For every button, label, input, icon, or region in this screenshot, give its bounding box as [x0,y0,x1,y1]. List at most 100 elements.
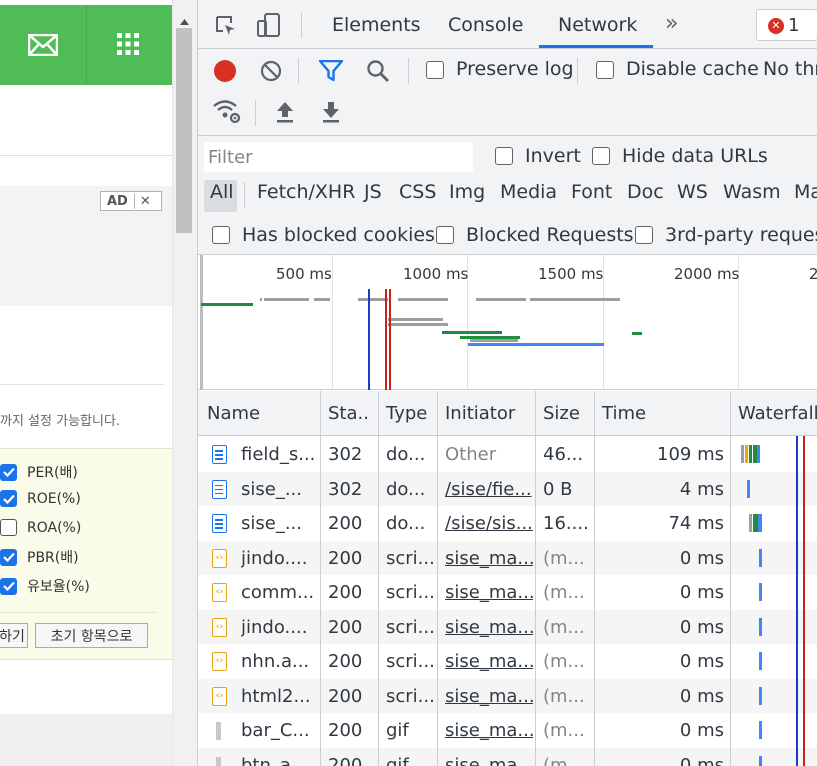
request-size: (m... [543,651,585,672]
indicator-option[interactable]: ROE(%) [0,490,81,507]
request-time: 0 ms [679,582,724,603]
request-initiator[interactable]: /sise/fie... [445,479,533,500]
clear-icon[interactable] [260,60,282,86]
error-icon: ✕ [768,18,784,34]
tab-elements[interactable]: Elements [332,14,421,36]
indicator-option[interactable]: PER(배) [0,462,78,482]
request-size: (m... [543,720,585,741]
type-filter-font[interactable]: Font [571,181,612,203]
request-status: 302 [328,478,363,500]
ad-label: AD [107,193,128,209]
request-initiator[interactable]: sise_ma... [445,617,533,638]
column-time[interactable]: Time [602,403,646,424]
search-icon[interactable] [366,59,390,87]
indicator-checkbox[interactable] [0,463,17,481]
indicator-checkbox[interactable] [0,519,17,536]
ad-badge[interactable]: AD ✕ [100,191,162,211]
table-row[interactable]: ‹› nhn.a... 200 scri... sise_ma... (m... 0 ms [198,644,817,679]
reset-items-button[interactable]: 초기 항목으로 [35,623,148,648]
tab-network[interactable]: Network [558,14,637,36]
request-initiator[interactable]: sise_ma... [445,755,533,766]
blocked-requests-checkbox[interactable] [436,226,454,244]
table-row[interactable]: btn_a... 200 gif sise_ma... (m... 0 ms [198,747,817,766]
column-initiator[interactable]: Initiator [445,403,515,424]
waterfall-dcl-line [796,436,798,766]
column-size[interactable]: Size [543,403,580,424]
filter-icon[interactable] [318,59,344,86]
request-initiator[interactable]: sise_ma... [445,548,533,569]
column-status[interactable]: Sta.. [328,403,369,424]
request-initiator[interactable]: sise_ma... [445,582,533,603]
indicator-option[interactable]: PBR(배) [0,547,79,567]
timeline-handle[interactable] [200,255,203,390]
type-filter-img[interactable]: Img [449,181,485,203]
timeline-label: 2000 ms [674,265,740,283]
type-filter-ma[interactable]: Ma [794,181,817,203]
type-filter-wasm[interactable]: Wasm [723,181,781,203]
export-har-icon[interactable] [321,101,341,127]
load-event-line [389,289,391,390]
indicator-option[interactable]: 유보율(%) [0,576,90,596]
table-row[interactable]: sise_... 302 do... /sise/fie... 0 B 4 ms [198,471,817,506]
indicator-checkbox[interactable] [0,577,17,595]
indicator-checkbox[interactable] [0,548,17,566]
apply-button[interactable]: 하기 [0,623,28,648]
separator [298,58,299,84]
hide-data-urls-checkbox[interactable] [592,147,610,165]
filter-input[interactable]: Filter [204,142,473,172]
scrollbar-thumb[interactable] [176,28,192,233]
preserve-log-checkbox[interactable] [426,61,444,79]
throttling-select[interactable]: No thr [763,58,817,80]
has-blocked-cookies-label: Has blocked cookies [242,224,435,246]
type-filter-doc[interactable]: Doc [627,181,664,203]
scroll-up-arrow-icon[interactable] [180,10,189,29]
script-icon: ‹› [212,583,227,602]
table-row[interactable]: ‹› comm... 200 scri... sise_ma... (m... 0 ms [198,575,817,610]
tab-console[interactable]: Console [448,14,523,36]
indicator-option[interactable]: ROA(%) [0,519,81,536]
type-filter-all[interactable]: All [210,181,234,203]
type-filter-js[interactable]: JS [364,181,382,203]
invert-checkbox[interactable] [495,147,513,165]
request-initiator[interactable]: /sise/sis... [445,513,533,534]
column-waterfall[interactable]: Waterfall [738,403,817,424]
third-party-checkbox[interactable] [635,226,653,244]
column-type[interactable]: Type [386,403,427,424]
request-initiator[interactable]: sise_ma... [445,651,533,672]
network-conditions-icon[interactable] [212,98,242,128]
mail-icon[interactable] [27,33,59,60]
request-initiator[interactable]: sise_ma... [445,720,533,741]
table-row[interactable]: field_s... 302 do... Other 46... 109 ms [198,437,817,472]
request-status: 200 [328,685,363,707]
more-tabs-icon[interactable]: » [665,11,678,36]
has-blocked-cookies-checkbox[interactable] [212,226,230,244]
import-har-icon[interactable] [275,101,295,127]
request-name: bar_C... [241,720,310,741]
request-name: html2... [241,685,311,707]
record-icon[interactable] [214,60,236,82]
type-filter-ws[interactable]: WS [677,181,708,203]
error-counter[interactable]: ✕ 1 [756,9,817,41]
type-filter-css[interactable]: CSS [399,181,436,203]
table-row[interactable]: bar_C... 200 gif sise_ma... (m... 0 ms [198,713,817,748]
indicator-checkbox[interactable] [0,490,17,507]
ad-close-icon[interactable]: ✕ [133,193,151,209]
separator [301,12,302,38]
request-time: 109 ms [657,444,724,465]
device-toolbar-icon[interactable] [256,12,282,42]
table-row[interactable]: ‹› html2... 200 scri... sise_ma... (m... 0 ms [198,678,817,713]
type-filter-media[interactable]: Media [500,181,557,203]
type-filter-fetch-xhr[interactable]: Fetch/XHR [257,181,355,203]
table-row[interactable]: sise_... 200 do... /sise/sis... 16.... 74 ms [198,506,817,541]
table-row[interactable]: ‹› jindo.... 200 scri... sise_ma... (m... 0 ms [198,540,817,575]
inspect-element-icon[interactable] [214,14,238,42]
table-row[interactable]: ‹› jindo.... 200 scri... sise_ma... (m... 0 ms [198,609,817,644]
blocked-requests-label: Blocked Requests [466,224,634,246]
request-type: gif [386,720,409,741]
column-divider [535,391,536,766]
disable-cache-checkbox[interactable] [596,61,614,79]
request-initiator[interactable]: sise_ma... [445,686,533,707]
grid-menu-icon[interactable] [117,33,139,59]
column-name[interactable]: Name [207,403,260,424]
timeline-overview[interactable]: 500 ms 1000 ms 1500 ms 2000 ms 2 [198,255,817,390]
